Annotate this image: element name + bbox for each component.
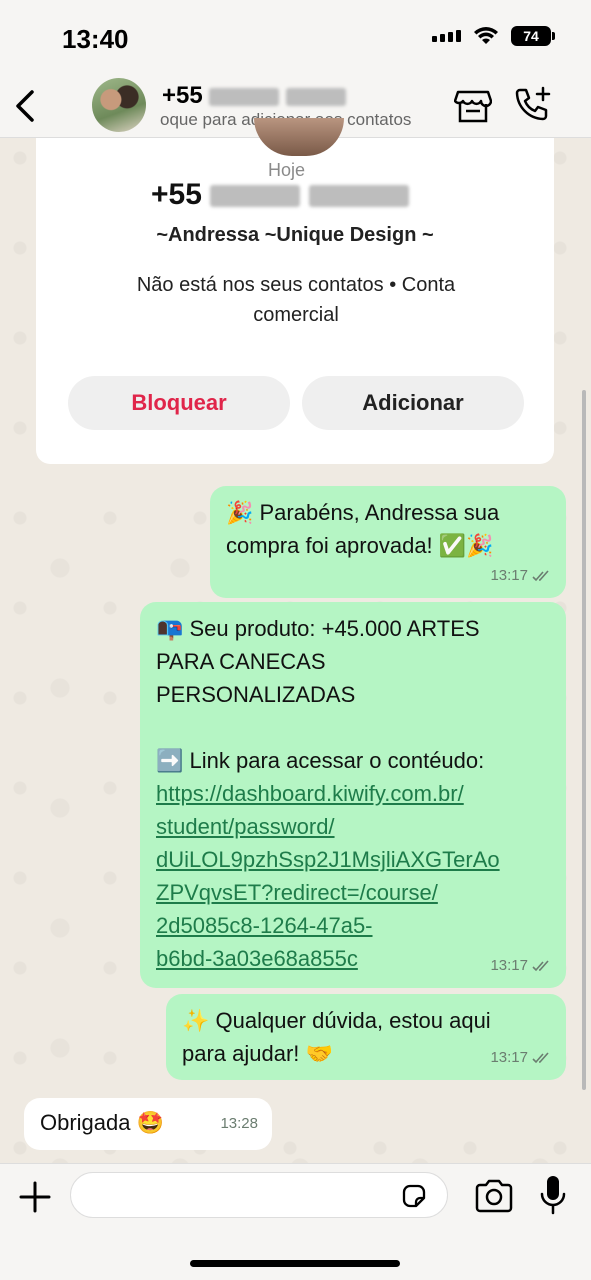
message-text: ➡️ Link para acessar o contéudo: — [156, 748, 485, 773]
redacted-number — [308, 185, 409, 208]
status-bar: 13:40 74 — [0, 0, 591, 74]
message-composer — [0, 1163, 591, 1280]
avatar[interactable] — [92, 78, 146, 132]
status-icons: 74 — [432, 26, 555, 46]
message-link[interactable]: ZPVqvsET?redirect=/course/ — [156, 876, 550, 909]
business-name: ~Andressa ~Unique Design ~ — [156, 224, 434, 246]
message-text: 📭 Seu produto: +45.000 ARTES — [156, 616, 480, 641]
message-bubble-incoming[interactable]: Obrigada 🤩 13:28 — [24, 1098, 272, 1150]
message-meta: 13:28 — [220, 1107, 258, 1140]
message-meta: 13:17 — [490, 559, 552, 592]
message-text: 🎉 Parabéns, Andressa sua — [226, 500, 500, 525]
cellular-signal-icon — [432, 30, 461, 42]
message-text: PERSONALIZADAS — [156, 682, 356, 707]
message-time: 13:17 — [490, 1049, 528, 1066]
block-button[interactable]: Bloquear — [68, 376, 290, 430]
message-text: Obrigada 🤩 — [40, 1110, 165, 1135]
message-input[interactable] — [70, 1172, 448, 1218]
sticker-icon[interactable] — [400, 1182, 428, 1210]
message-link[interactable]: student/password/ — [156, 810, 550, 843]
scrollbar[interactable] — [582, 390, 586, 1090]
message-meta: 13:17 — [490, 949, 552, 982]
battery-icon: 74 — [511, 26, 555, 46]
add-call-icon[interactable] — [514, 86, 552, 124]
contact-status-info: Não está nos seus contatos • Conta comer… — [136, 274, 456, 326]
redacted-number — [209, 87, 280, 106]
read-receipt-icon — [532, 959, 549, 971]
profile-photo — [254, 118, 344, 156]
message-bubble-outgoing[interactable]: ✨ Qualquer dúvida, estou aqui para ajuda… — [166, 994, 566, 1080]
camera-icon[interactable] — [474, 1178, 514, 1214]
message-link[interactable]: dUiLOL9pzhSsp2J1MsjliAXGTerAo — [156, 843, 550, 876]
contact-number-prefix: +55 — [151, 178, 202, 211]
contact-number: +55 — [151, 178, 409, 212]
message-time: 13:17 — [490, 567, 528, 584]
message-meta: 13:17 — [490, 1041, 552, 1074]
contact-name[interactable]: +55 — [162, 82, 347, 110]
microphone-icon[interactable] — [538, 1174, 568, 1216]
read-receipt-icon — [532, 569, 549, 581]
message-time: 13:28 — [220, 1115, 258, 1132]
store-icon[interactable] — [454, 88, 492, 124]
redacted-number — [210, 185, 301, 208]
attach-plus-icon[interactable] — [18, 1180, 52, 1214]
redacted-number — [286, 87, 347, 106]
message-bubble-outgoing[interactable]: 🎉 Parabéns, Andressa sua compra foi apro… — [210, 486, 566, 598]
message-time: 13:17 — [490, 957, 528, 974]
back-icon[interactable] — [10, 86, 42, 126]
message-text: PARA CANECAS — [156, 649, 326, 674]
add-contact-button[interactable]: Adicionar — [302, 376, 524, 430]
status-time: 13:40 — [62, 24, 129, 54]
contact-info-card: Hoje +55 ~Andressa ~Unique Design ~ Não … — [36, 118, 554, 464]
message-text: compra foi aprovada! ✅🎉 — [226, 533, 494, 558]
wifi-icon — [474, 27, 498, 44]
message-bubble-outgoing[interactable]: 📭 Seu produto: +45.000 ARTES PARA CANECA… — [140, 602, 566, 988]
message-link[interactable]: 2d5085c8-1264-47a5- — [156, 909, 550, 942]
home-indicator — [190, 1260, 400, 1267]
contact-number-prefix: +55 — [162, 82, 203, 109]
message-link[interactable]: https://dashboard.kiwify.com.br/ — [156, 777, 550, 810]
message-text: ✨ Qualquer dúvida, estou aqui — [182, 1008, 491, 1033]
read-receipt-icon — [532, 1051, 549, 1063]
